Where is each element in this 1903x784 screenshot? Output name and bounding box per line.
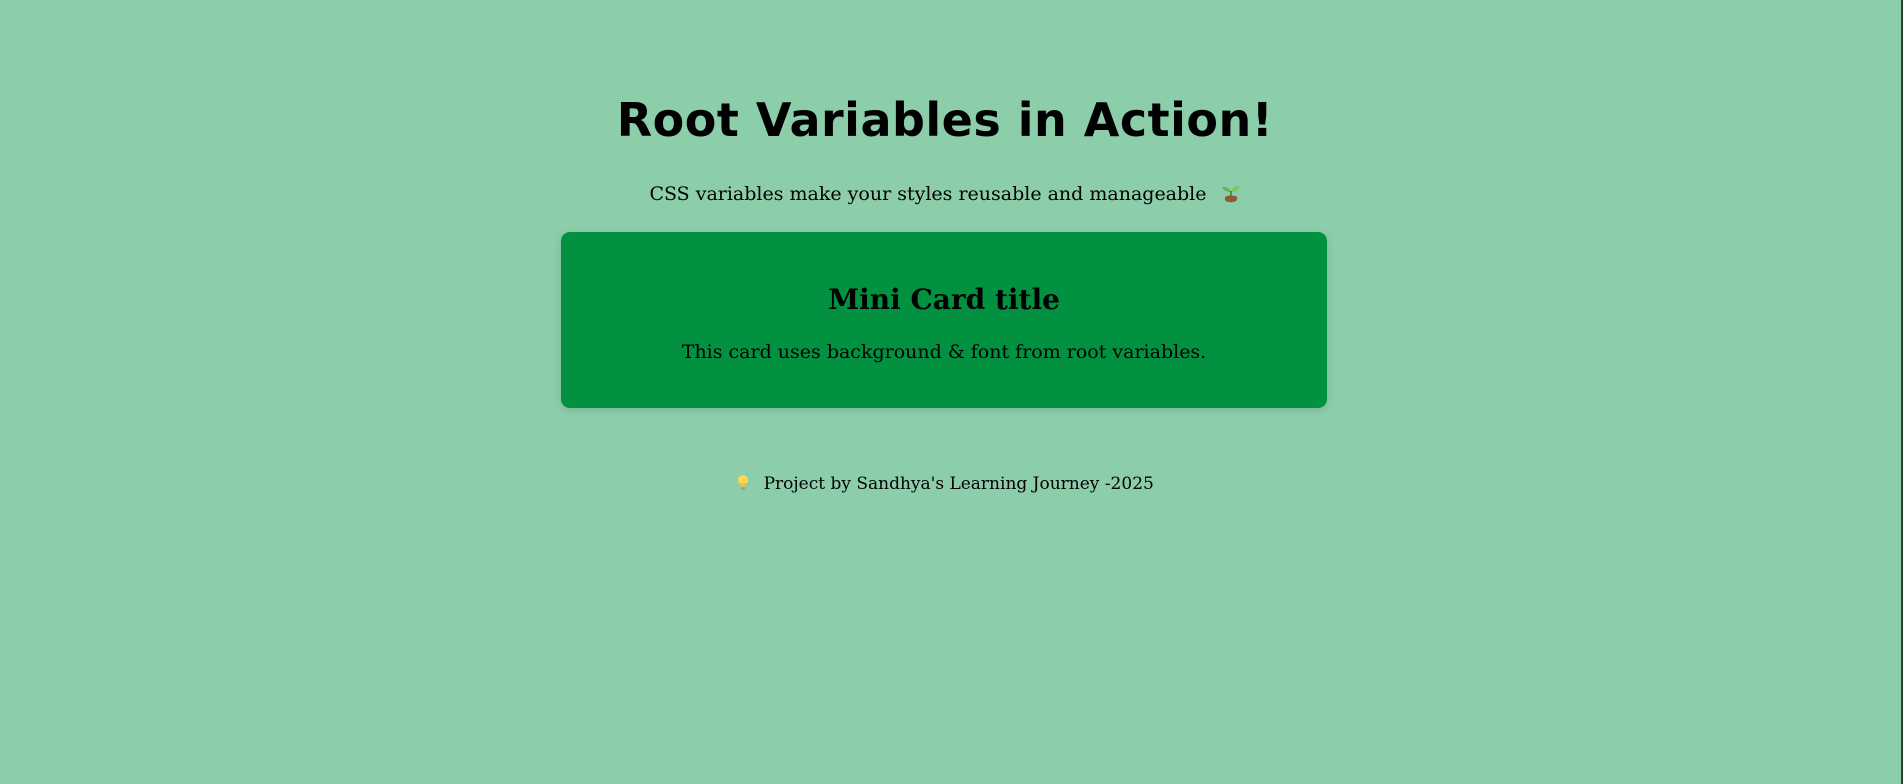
page-subtitle: CSS variables make your styles reusable …	[0, 181, 1890, 207]
card-title: Mini Card title	[828, 283, 1060, 316]
sprout-icon	[1221, 182, 1241, 204]
page-title: Root Variables in Action!	[616, 93, 1274, 147]
footer-text: Project by Sandhya's Learning Journey -2…	[763, 474, 1154, 494]
mini-card: Mini Card title This card uses backgroun…	[561, 232, 1327, 408]
lightbulb-icon	[736, 474, 750, 492]
subtitle-text: CSS variables make your styles reusable …	[649, 183, 1207, 205]
footer: Project by Sandhya's Learning Journey -2…	[0, 472, 1890, 496]
card-text: This card uses background & font from ro…	[681, 341, 1207, 363]
